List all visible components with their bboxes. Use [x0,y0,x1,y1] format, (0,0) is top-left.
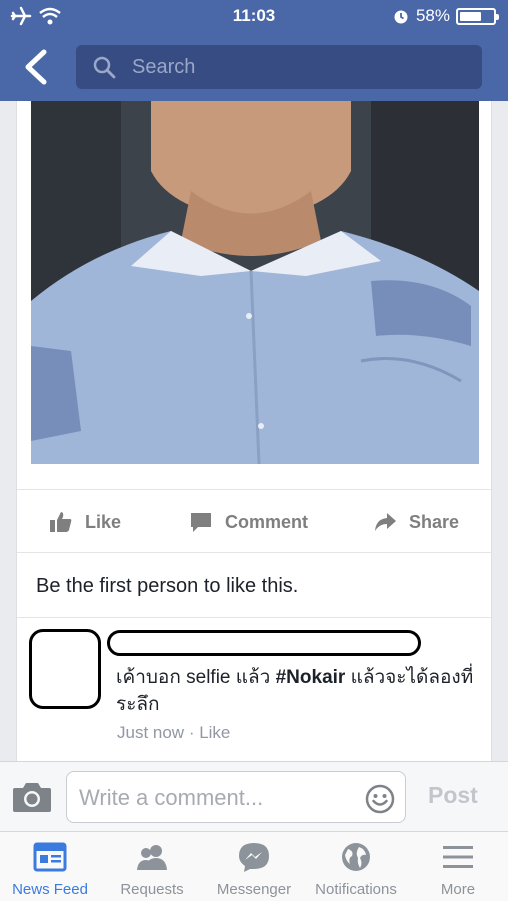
notifications-globe-icon [342,843,370,871]
requests-icon [137,845,167,870]
post-card: Like Comment Share Be the first person t… [16,101,492,761]
share-button[interactable]: Share [373,510,459,534]
status-bar: 11:03 58% [0,0,508,34]
comment-meta-separator: · [184,723,200,742]
comment-text: เค้าบอก selfie แล้ว #Nokair แล้วจะได้ลอง… [116,664,476,718]
tab-bar: News Feed Requests Messenger Notificatio… [0,831,508,901]
comment-label: Comment [225,511,309,532]
comment-time: Just now [117,723,185,742]
search-icon [93,56,116,79]
post-button[interactable]: Post [428,782,478,809]
back-chevron-icon[interactable] [20,48,54,86]
like-label: Like [85,511,122,532]
tab-messenger[interactable]: Messenger [204,832,304,901]
thumbs-up-icon [50,512,72,532]
news-feed-icon [33,842,67,872]
comment-icon [191,513,211,532]
commenter-name-redacted[interactable] [107,630,421,656]
tab-label: More [440,881,476,898]
share-arrow-icon [375,513,396,531]
commenter-avatar[interactable] [29,629,101,709]
battery-fill [460,11,481,21]
selfie-photo-image [31,101,479,464]
comment-like-link[interactable]: Like [199,723,230,742]
comment-input[interactable]: Write a comment... [66,771,406,823]
search-field[interactable]: Search [76,45,482,89]
comment-placeholder: Write a comment... [79,785,264,810]
emoji-icon[interactable] [365,784,395,814]
like-button[interactable]: Like [49,510,121,534]
messenger-icon [239,843,269,872]
battery-icon [456,7,499,25]
tab-more[interactable]: More [408,832,508,901]
comment-hashtag[interactable]: #Nokair [276,667,346,688]
tab-label: Messenger [216,881,292,898]
more-hamburger-icon [443,846,473,868]
tab-notifications[interactable]: Notifications [304,832,408,901]
alarm-icon [394,10,408,24]
share-label: Share [409,511,460,532]
tab-news-feed[interactable]: News Feed [0,832,100,901]
tab-label: Requests [120,881,184,898]
comment-text-before: เค้าบอก selfie แล้ว [116,667,276,688]
tab-label: News Feed [12,881,88,898]
top-bar: 11:03 58% Search [0,0,508,101]
post-photo[interactable] [31,101,479,464]
comment-meta: Just now · Like [117,723,230,743]
post-actions: Like Comment Share [17,489,491,553]
status-right: 58% [392,6,499,26]
comment-composer: Write a comment... Post [0,761,508,831]
camera-icon[interactable] [12,780,52,814]
comment-button[interactable]: Comment [189,510,308,534]
likes-summary[interactable]: Be the first person to like this. [36,575,298,598]
search-placeholder: Search [132,56,196,78]
battery-percent: 58% [415,6,450,25]
divider [17,617,491,618]
tab-label: Notifications [315,881,397,898]
tab-requests[interactable]: Requests [102,832,202,901]
